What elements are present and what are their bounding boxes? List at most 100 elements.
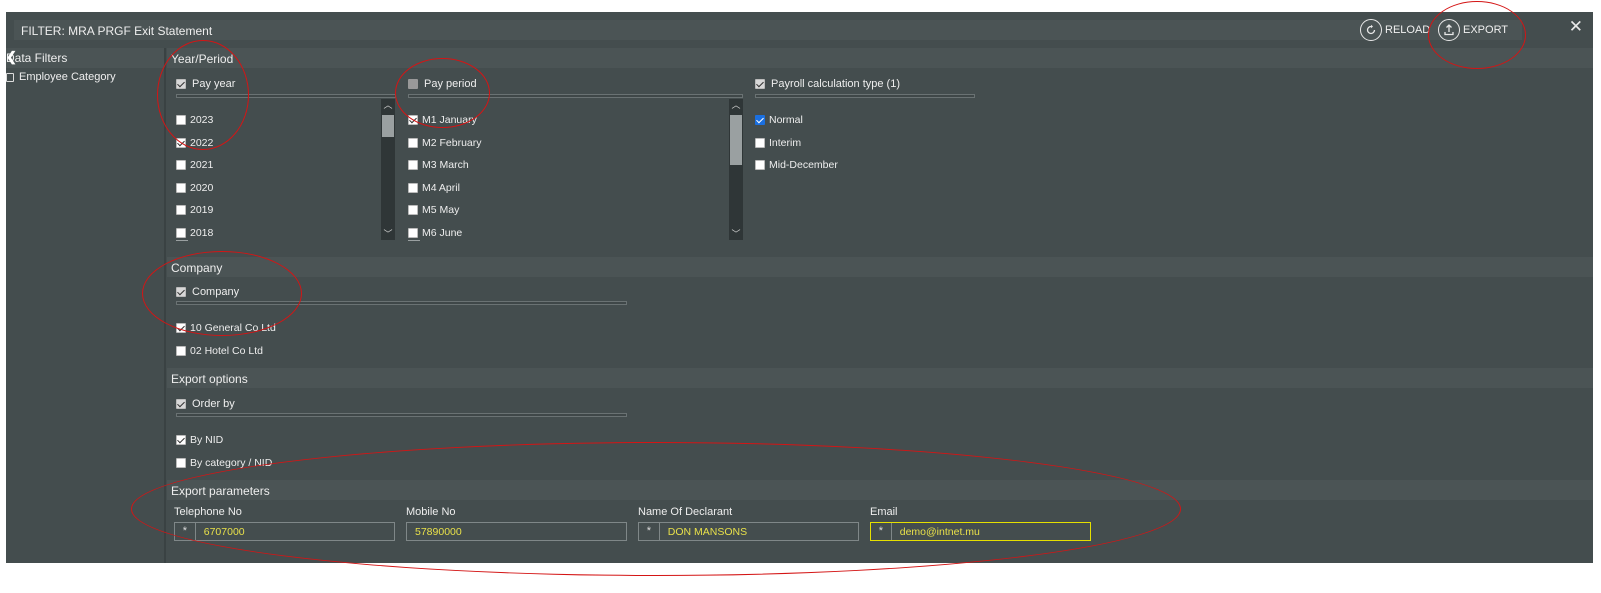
email-field: * — [870, 522, 1091, 541]
square-icon — [6, 72, 14, 82]
pay-year-checkbox[interactable] — [176, 228, 186, 238]
pay-year-header-label: Pay year — [192, 78, 236, 90]
email-input[interactable] — [891, 523, 1090, 540]
calc-type-item[interactable]: Interim — [755, 137, 801, 149]
calc-type-checkbox[interactable] — [755, 115, 765, 125]
company-header[interactable]: Company — [176, 286, 239, 298]
left-item-employee-category[interactable]: Employee Category — [6, 71, 116, 83]
pay-year-checkbox[interactable] — [176, 182, 186, 193]
company-all-checkbox[interactable] — [176, 287, 186, 297]
calc-type-filter-bar[interactable] — [755, 94, 975, 98]
pay-year-item[interactable]: 2021 — [176, 159, 213, 171]
upload-icon — [1438, 19, 1460, 41]
calc-type-checkbox[interactable] — [755, 137, 765, 148]
company-label: 10 General Co Ltd — [190, 322, 276, 334]
order-by-all-checkbox[interactable] — [176, 399, 186, 409]
declarant-input[interactable] — [659, 523, 858, 540]
company-item[interactable]: 02 Hotel Co Ltd — [176, 345, 263, 357]
pay-year-item[interactable]: 2019 — [176, 204, 213, 216]
pay-period-header[interactable]: Pay period — [408, 78, 477, 90]
pay-year-label: 2023 — [190, 114, 214, 126]
calc-type-all-checkbox[interactable] — [755, 79, 765, 89]
pay-period-all-checkbox[interactable] — [408, 79, 418, 89]
section-export-parameters: Export parameters — [167, 480, 1593, 500]
pay-year-item[interactable]: 2023 — [176, 114, 213, 126]
calc-type-checkbox[interactable] — [755, 160, 765, 171]
calc-type-item[interactable]: Mid-December — [755, 159, 838, 171]
pay-year-checkbox[interactable] — [176, 115, 186, 125]
scroll-up-icon[interactable]: ︿ — [729, 99, 743, 111]
pay-period-checkbox[interactable] — [408, 115, 418, 125]
mobile-input[interactable] — [407, 523, 626, 540]
telephone-field: * — [174, 522, 395, 541]
order-by-item[interactable]: By NID — [176, 434, 223, 446]
reload-label: RELOAD — [1385, 24, 1431, 36]
order-by-checkbox[interactable] — [176, 457, 186, 468]
collapse-chevron-icon[interactable]: ❮ — [6, 49, 160, 65]
pay-period-item[interactable]: M1 January — [408, 114, 477, 126]
pay-period-item[interactable]: M5 May — [408, 204, 459, 216]
title-bar: FILTER: MRA PRGF Exit Statement RELOAD E… — [6, 12, 1593, 48]
scroll-thumb[interactable] — [382, 115, 394, 137]
pay-year-item[interactable]: 2020 — [176, 182, 213, 194]
calc-type-header[interactable]: Payroll calculation type (1) — [755, 78, 900, 90]
calc-type-label: Normal — [769, 114, 803, 126]
company-checkbox[interactable] — [176, 345, 186, 356]
required-mark: * — [871, 523, 892, 540]
section-company: Company — [167, 257, 1593, 277]
pay-year-checkbox[interactable] — [176, 160, 186, 171]
pay-period-filter-bar[interactable] — [408, 94, 743, 98]
pay-period-checkbox[interactable] — [408, 137, 418, 148]
pay-period-item[interactable]: M3 March — [408, 159, 469, 171]
company-checkbox[interactable] — [176, 323, 186, 333]
order-by-header[interactable]: Order by — [176, 398, 235, 410]
declarant-label: Name Of Declarant — [638, 506, 733, 518]
declarant-field: * — [638, 522, 859, 541]
reload-icon — [1360, 19, 1382, 41]
pay-period-checkbox[interactable] — [408, 160, 418, 171]
pay-year-label: 2018 — [190, 227, 214, 239]
company-filter-bar[interactable] — [176, 301, 627, 305]
calc-type-item[interactable]: Normal — [755, 114, 803, 126]
pay-period-label: M2 February — [422, 136, 482, 149]
pay-period-checkbox[interactable] — [408, 205, 418, 216]
section-export-options: Export options — [167, 368, 1593, 388]
pay-year-all-checkbox[interactable] — [176, 79, 186, 89]
left-item-label: Employee Category — [19, 71, 116, 83]
pay-period-item[interactable]: M6 June — [408, 227, 462, 239]
export-button[interactable]: EXPORT — [1438, 18, 1508, 42]
calc-type-label: Interim — [769, 136, 802, 149]
pay-period-label: M4 April — [422, 181, 460, 194]
reload-button[interactable]: RELOAD — [1360, 18, 1430, 42]
telephone-input[interactable] — [195, 523, 394, 540]
pay-period-scrollbar[interactable]: ︿ ﹀ — [729, 99, 743, 240]
pay-period-checkbox[interactable] — [408, 228, 418, 238]
scroll-down-icon[interactable]: ﹀ — [729, 228, 743, 240]
window-title: FILTER: MRA PRGF Exit Statement — [21, 24, 213, 38]
company-item[interactable]: 10 General Co Ltd — [176, 322, 276, 334]
list-more-indicator — [408, 240, 420, 241]
pay-year-checkbox[interactable] — [176, 205, 186, 216]
filter-main: Year/Period Pay year 2023 2022 2021 2020 201… — [167, 48, 1593, 563]
order-by-item[interactable]: By category / NID — [176, 457, 272, 469]
order-by-filter-bar[interactable] — [176, 413, 627, 417]
pay-year-checkbox[interactable] — [176, 137, 186, 148]
scroll-down-icon[interactable]: ﹀ — [381, 228, 395, 240]
order-by-checkbox[interactable] — [176, 435, 186, 445]
section-title: Year/Period — [171, 52, 234, 66]
pay-period-item[interactable]: M2 February — [408, 137, 482, 149]
pay-year-item[interactable]: 2018 — [176, 227, 213, 239]
telephone-label: Telephone No — [174, 506, 242, 518]
pay-year-scrollbar[interactable]: ︿ ﹀ — [381, 99, 395, 240]
pay-year-label: 2020 — [190, 181, 214, 194]
pay-year-header[interactable]: Pay year — [176, 78, 235, 90]
pay-year-filter-bar[interactable] — [176, 94, 396, 98]
pay-year-label: 2022 — [190, 136, 214, 149]
scroll-thumb[interactable] — [730, 115, 742, 165]
company-label: 02 Hotel Co Ltd — [190, 344, 263, 357]
pay-period-item[interactable]: M4 April — [408, 182, 460, 194]
close-icon[interactable]: ✕ — [1569, 17, 1583, 37]
scroll-up-icon[interactable]: ︿ — [381, 99, 395, 111]
pay-year-item[interactable]: 2022 — [176, 137, 213, 149]
pay-period-checkbox[interactable] — [408, 182, 418, 193]
